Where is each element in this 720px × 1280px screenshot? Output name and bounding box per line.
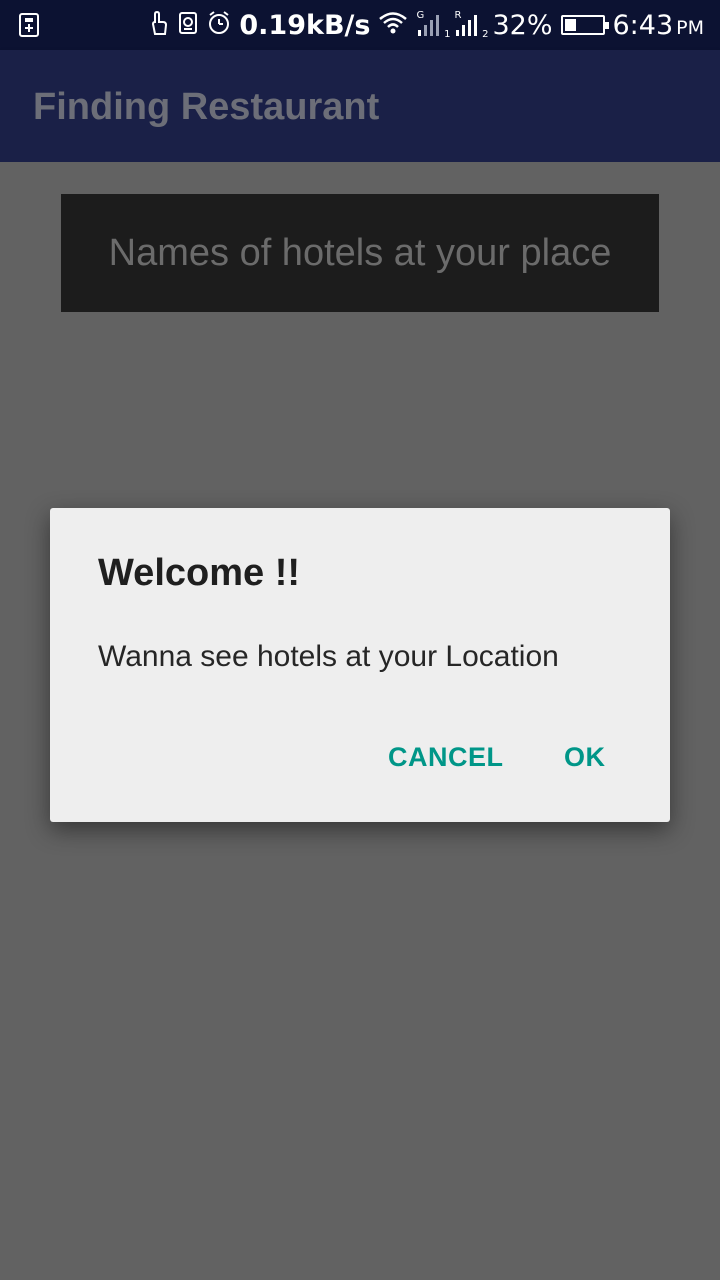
usb-icon — [18, 12, 40, 38]
hotels-label: Names of hotels at your place — [108, 231, 612, 274]
app-title: Finding Restaurant — [33, 86, 380, 128]
wifi-icon — [378, 11, 408, 39]
network-speed: 0.19kB/s — [239, 9, 371, 41]
sim2-index: 2 — [482, 29, 489, 40]
status-bar: 0.19kB/s G 1 R 2 32% 6:43 PM — [0, 0, 720, 50]
signal-icon: G 1 — [416, 10, 450, 40]
clock: 6:43 PM — [613, 10, 705, 41]
ok-button[interactable]: OK — [564, 742, 606, 773]
battery-icon — [560, 15, 609, 35]
welcome-dialog: Welcome !! Wanna see hotels at your Loca… — [50, 508, 670, 822]
sim1-index: 1 — [444, 29, 451, 40]
alarm-icon — [207, 10, 231, 40]
touch-icon — [147, 10, 169, 40]
cancel-button[interactable]: CANCEL — [388, 742, 504, 773]
battery-level-fill — [564, 19, 577, 31]
hotels-list-header: Names of hotels at your place — [61, 194, 659, 312]
dialog-title: Welcome !! — [98, 552, 301, 594]
signal-icon: R 2 — [454, 10, 488, 40]
battery-percent: 32% — [492, 9, 553, 41]
sim-card-icon — [177, 10, 199, 40]
app-bar: Finding Restaurant — [0, 50, 720, 162]
clock-ampm: PM — [676, 16, 704, 39]
sim1-network-label: G — [416, 10, 425, 21]
clock-time: 6:43 — [612, 9, 674, 41]
dialog-message: Wanna see hotels at your Location — [98, 640, 559, 673]
sim2-network-label: R — [454, 10, 462, 21]
